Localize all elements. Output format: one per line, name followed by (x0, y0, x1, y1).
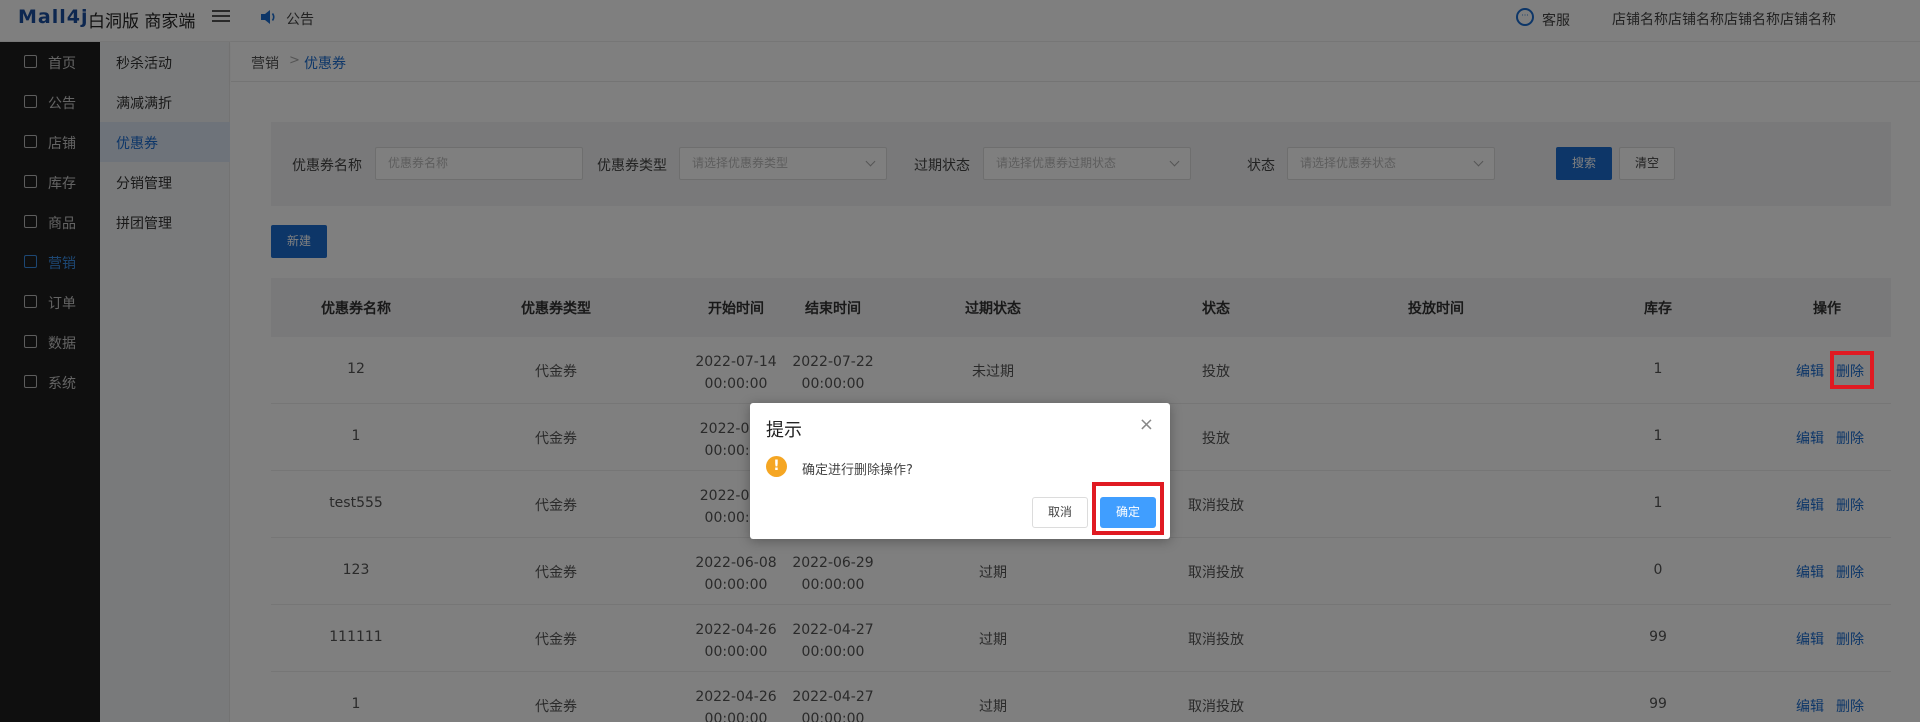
warning-icon: ! (766, 456, 787, 477)
delete-highlight-box (1830, 351, 1874, 389)
modal-overlay (0, 0, 1920, 722)
confirm-highlight-box (1092, 482, 1164, 535)
dialog-message: 确定进行删除操作? (802, 463, 913, 478)
dialog-title: 提示 (766, 420, 802, 441)
cancel-button[interactable]: 取消 (1032, 497, 1088, 528)
close-icon[interactable]: × (1139, 414, 1154, 435)
